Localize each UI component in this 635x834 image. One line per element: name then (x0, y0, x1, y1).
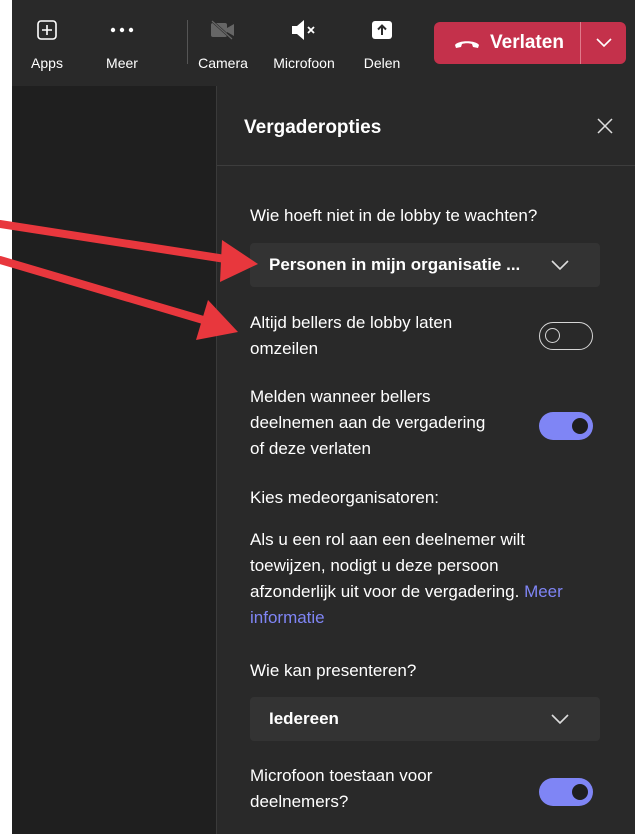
bypass-label: Altijd bellers de lobby laten omzeilen (250, 310, 452, 362)
microphone-label: Microfoon (273, 55, 335, 71)
speaker-muted-icon (290, 18, 318, 42)
chevron-down-icon (595, 38, 612, 48)
toolbar-divider (187, 20, 188, 64)
more-info-link-part1[interactable]: Meer (524, 582, 563, 601)
share-button[interactable]: Delen (360, 0, 404, 86)
lobby-dropdown-value: Personen in mijn organisatie ... (269, 255, 521, 274)
share-icon (371, 18, 393, 42)
bypass-lobby-toggle[interactable] (539, 322, 593, 350)
more-info-link-part2[interactable]: informatie (250, 608, 325, 627)
camera-button[interactable]: Camera (196, 0, 250, 86)
more-label: Meer (106, 55, 138, 71)
share-label: Delen (363, 55, 401, 71)
lobby-question: Wie hoeft niet in de lobby te wachten? (250, 206, 538, 225)
info-line1: Als u een rol aan een deelnemer wilt (250, 530, 525, 549)
info-line3-text: afzonderlijk uit voor de vergadering. (250, 582, 520, 601)
lobby-dropdown[interactable]: Personen in mijn organisatie ... (250, 243, 600, 287)
camera-off-icon (210, 18, 236, 42)
microphone-button[interactable]: Microfoon (266, 0, 342, 86)
coorganizers-label: Kies medeorganisatoren: (250, 488, 440, 507)
bypass-label-line1: Altijd bellers de lobby laten (250, 313, 453, 332)
bypass-label-line2: omzeilen (250, 339, 319, 358)
presenter-dropdown-value: Iedereen (269, 709, 339, 728)
apps-button[interactable]: Apps (26, 0, 68, 86)
mic-allow-line2: deelnemers? (250, 792, 349, 811)
chevron-down-icon (551, 260, 569, 271)
announce-label-line1: Melden wanneer bellers (250, 387, 431, 406)
announce-label: Melden wanneer bellers deelnemen aan de … (250, 384, 485, 462)
toggle-knob (572, 418, 588, 434)
announce-label-line2: deelnemen aan de vergadering (250, 413, 486, 432)
present-question: Wie kan presenteren? (250, 661, 417, 680)
info-line3: afzonderlijk uit voor de vergadering. Me… (250, 579, 630, 605)
allow-mic-toggle[interactable] (539, 778, 593, 806)
panel-header: Vergaderopties (217, 86, 635, 166)
leave-options-button[interactable] (581, 22, 626, 64)
toggle-knob (572, 784, 588, 800)
meeting-stage (12, 86, 216, 834)
meeting-options-panel: Vergaderopties Wie hoeft niet in de lobb… (216, 86, 635, 834)
apps-label: Apps (31, 55, 63, 71)
chevron-down-icon (551, 714, 569, 725)
toggle-knob (545, 328, 560, 343)
more-icon (110, 18, 134, 42)
hang-up-icon (455, 41, 479, 48)
presenter-dropdown[interactable]: Iedereen (250, 697, 600, 741)
mic-allow-label: Microfoon toestaan voor deelnemers? (250, 763, 432, 815)
announce-label-line3: of deze verlaten (250, 439, 371, 458)
leave-label: Verlaten (490, 32, 564, 53)
camera-label: Camera (198, 55, 248, 71)
info-line2: toewijzen, nodigt u deze persoon (250, 556, 499, 575)
coorganizers-info: Als u een rol aan een deelnemer wilt toe… (250, 527, 630, 631)
announce-callers-toggle[interactable] (539, 412, 593, 440)
mic-allow-line1: Microfoon toestaan voor (250, 766, 433, 785)
more-button[interactable]: Meer (98, 0, 146, 86)
close-icon[interactable] (596, 117, 614, 135)
leave-button-group: Verlaten (434, 22, 626, 64)
leave-button[interactable]: Verlaten (434, 22, 580, 64)
panel-title: Vergaderopties (244, 117, 382, 138)
add-app-icon (37, 18, 57, 42)
